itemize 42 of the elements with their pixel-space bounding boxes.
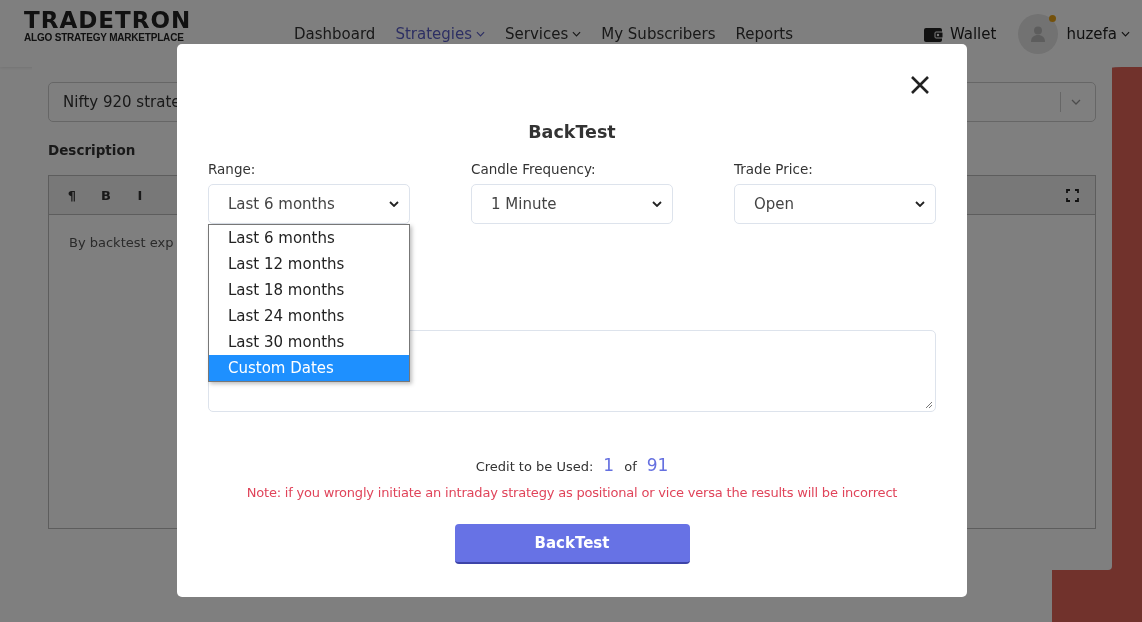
wallet-link[interactable]: Wallet (923, 24, 997, 43)
logo-subtitle: ALGO STRATEGY MARKETPLACE (24, 32, 184, 43)
nav-link[interactable]: Strategies (395, 24, 485, 43)
select-field[interactable]: Open (734, 184, 936, 224)
chevron-icon (915, 201, 925, 207)
dropdown-option[interactable]: Last 24 months (209, 303, 409, 329)
warning-note: Note: if you wrongly initiate an intraday strategy as positional or vice versa the results will be incorrect (245, 485, 899, 500)
nav-link[interactable]: My Subscribers (601, 24, 716, 43)
select-field[interactable]: 1 Minute (471, 184, 673, 224)
resize-handle-icon[interactable] (925, 401, 933, 409)
credit-label: Credit to be Used: (475, 459, 594, 474)
credit-of-label: of (624, 459, 637, 474)
nav-link[interactable]: Reports (735, 24, 794, 43)
toolbar-button[interactable]: ¶ (55, 187, 89, 203)
dropdown-option[interactable]: Last 12 months (209, 251, 409, 277)
chevron-icon (1071, 99, 1081, 105)
dropdown-option[interactable]: Custom Dates (209, 355, 409, 381)
credit-used: 1 (603, 455, 615, 475)
dropdown-option[interactable]: Last 30 months (209, 329, 409, 355)
close-icon[interactable] (910, 75, 930, 95)
toolbar-button[interactable]: I (123, 187, 157, 203)
toolbar-button[interactable]: B (89, 187, 123, 203)
field-label: Trade Price: (734, 161, 814, 177)
select-field[interactable]: Last 6 months (208, 184, 410, 224)
editor-text: By backtest exp (69, 235, 174, 250)
chevron-icon (1121, 30, 1130, 37)
field-label: Candle Frequency: (471, 161, 597, 177)
dialog-title: BackTest (527, 121, 617, 144)
nav-link[interactable]: Services (505, 24, 582, 43)
description-label: Description (48, 142, 137, 158)
user-menu[interactable]: huzefa (1066, 24, 1130, 43)
expand-icon[interactable] (1066, 188, 1079, 202)
dropdown-option[interactable]: Last 6 months (209, 225, 409, 251)
nav-link[interactable]: Dashboard (294, 24, 376, 43)
wallet-icon (923, 25, 944, 42)
dropdown-option[interactable]: Last 18 months (209, 277, 409, 303)
field-label: Range: (208, 161, 257, 177)
logo-title[interactable]: TRADETRON (24, 8, 192, 32)
backtest-button[interactable]: BackTest (454, 524, 690, 564)
chevron-icon (389, 201, 399, 207)
credit-total: 91 (646, 455, 669, 475)
chevron-icon (652, 201, 662, 207)
